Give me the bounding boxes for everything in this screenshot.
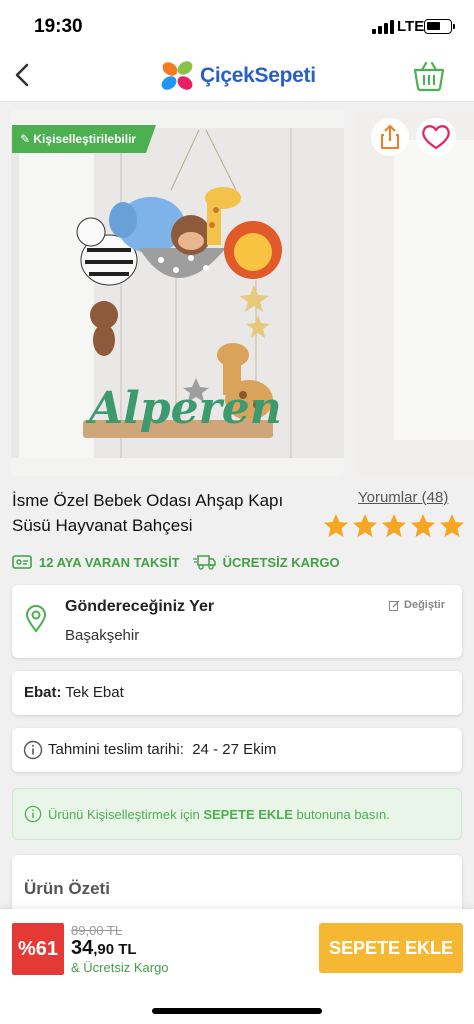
free-cargo-label: ÜCRETSİZ KARGO xyxy=(222,554,340,570)
address-value: Başakşehir xyxy=(65,627,140,644)
old-price: 89,00 TL xyxy=(71,923,123,938)
product-image[interactable]: Alperen xyxy=(11,110,344,476)
truck-icon xyxy=(192,555,216,570)
logo-text: ÇiçekSepeti xyxy=(200,64,316,87)
address-title: Göndereceğiniz Yer xyxy=(65,598,215,615)
info-icon xyxy=(23,740,43,760)
delivery-label: Tahmini teslim tarihi: xyxy=(48,741,184,758)
share-button[interactable] xyxy=(371,118,409,156)
home-indicator xyxy=(152,1008,322,1014)
star-icon xyxy=(382,514,406,537)
status-bar: 19:30 LTE xyxy=(0,0,474,50)
basket-button[interactable] xyxy=(412,60,446,92)
summary-title: Ürün Özeti xyxy=(24,879,110,898)
installment-label: 12 AYA VARAN TAKSİT xyxy=(39,554,180,570)
personalizable-badge-label: Kişiselleştirilebilir xyxy=(33,132,137,146)
status-time: 19:30 xyxy=(34,16,83,37)
change-address-label: Değiştir xyxy=(404,599,445,611)
product-title: İsme Özel Bebek Odası Ahşap Kapı Süsü Ha… xyxy=(12,491,284,535)
size-label: Ebat: xyxy=(24,684,62,701)
app-header: ÇiçekSepeti xyxy=(0,50,474,102)
product-summary-card[interactable]: Ürün Özeti xyxy=(12,855,462,915)
location-pin-icon xyxy=(25,605,47,633)
brand-logo[interactable]: ÇiçekSepeti xyxy=(158,58,318,94)
star-icon xyxy=(324,514,348,537)
perks-row: 12 AYA VARAN TAKSİT ÜCRETSİZ KARGO xyxy=(12,550,340,574)
delivery-estimate-card: Tahmini teslim tarihi: 24 - 27 Ekim xyxy=(12,728,462,772)
battery-icon xyxy=(424,19,455,34)
info-icon xyxy=(24,805,42,823)
purchase-bar: %61 89,00 TL 34,90 TL & Ücretsiz Kargo S… xyxy=(0,909,474,1024)
next-product-photo xyxy=(354,110,474,476)
new-price-minor: ,90 TL xyxy=(93,941,137,958)
star-icon xyxy=(411,514,435,537)
notice-prefix: Ürünü Kişiselleştirmek için xyxy=(48,807,200,822)
delivery-estimate: Tahmini teslim tarihi: 24 - 27 Ekim xyxy=(48,741,276,758)
notice-highlight: SEPETE EKLE xyxy=(203,807,293,822)
size-card[interactable]: Ebat: Tek Ebat xyxy=(12,671,462,715)
signal-icon xyxy=(372,20,394,34)
add-to-cart-button[interactable]: SEPETE EKLE xyxy=(319,923,463,973)
back-button[interactable] xyxy=(10,60,36,90)
new-price: 34,90 TL xyxy=(71,937,137,960)
new-price-major: 34 xyxy=(71,937,94,959)
change-address-button[interactable]: Değiştir xyxy=(389,599,445,611)
delivery-address-card[interactable]: Göndereceğiniz Yer Başakşehir Değiştir xyxy=(12,585,462,658)
heart-icon xyxy=(422,125,450,150)
discount-badge: %61 xyxy=(12,923,64,975)
star-icon xyxy=(440,514,464,537)
notice-suffix: butonuna basın. xyxy=(296,807,390,822)
pencil-icon: ✎ xyxy=(20,132,34,146)
free-cargo-note: & Ücretsiz Kargo xyxy=(71,960,169,975)
product-photo: Alperen xyxy=(11,110,344,476)
personalize-notice: Ürünü Kişiselleştirmek için SEPETE EKLE … xyxy=(12,788,462,840)
share-icon xyxy=(381,125,399,149)
favorite-button[interactable] xyxy=(416,118,456,156)
personalizable-badge: ✎ Kişiselleştirilebilir xyxy=(12,125,157,153)
next-product-image[interactable] xyxy=(354,110,474,476)
product-name-art: Alperen xyxy=(85,383,282,434)
edit-icon xyxy=(389,600,400,611)
installment-icon xyxy=(12,555,32,569)
delivery-date: 24 - 27 Ekim xyxy=(192,741,277,758)
star-icon xyxy=(353,514,377,537)
rating-stars xyxy=(323,513,466,539)
chevron-left-icon xyxy=(15,63,29,87)
flower-logo-icon xyxy=(161,61,193,90)
basket-icon xyxy=(413,61,445,92)
notice-text: Ürünü Kişiselleştirmek için SEPETE EKLE … xyxy=(48,807,390,822)
product-gallery[interactable]: Alperen xyxy=(0,110,474,476)
network-label: LTE xyxy=(397,18,425,35)
size-row: Ebat: Tek Ebat xyxy=(24,684,124,701)
reviews-link[interactable]: Yorumlar (48) xyxy=(358,489,448,506)
size-value: Tek Ebat xyxy=(65,684,124,701)
